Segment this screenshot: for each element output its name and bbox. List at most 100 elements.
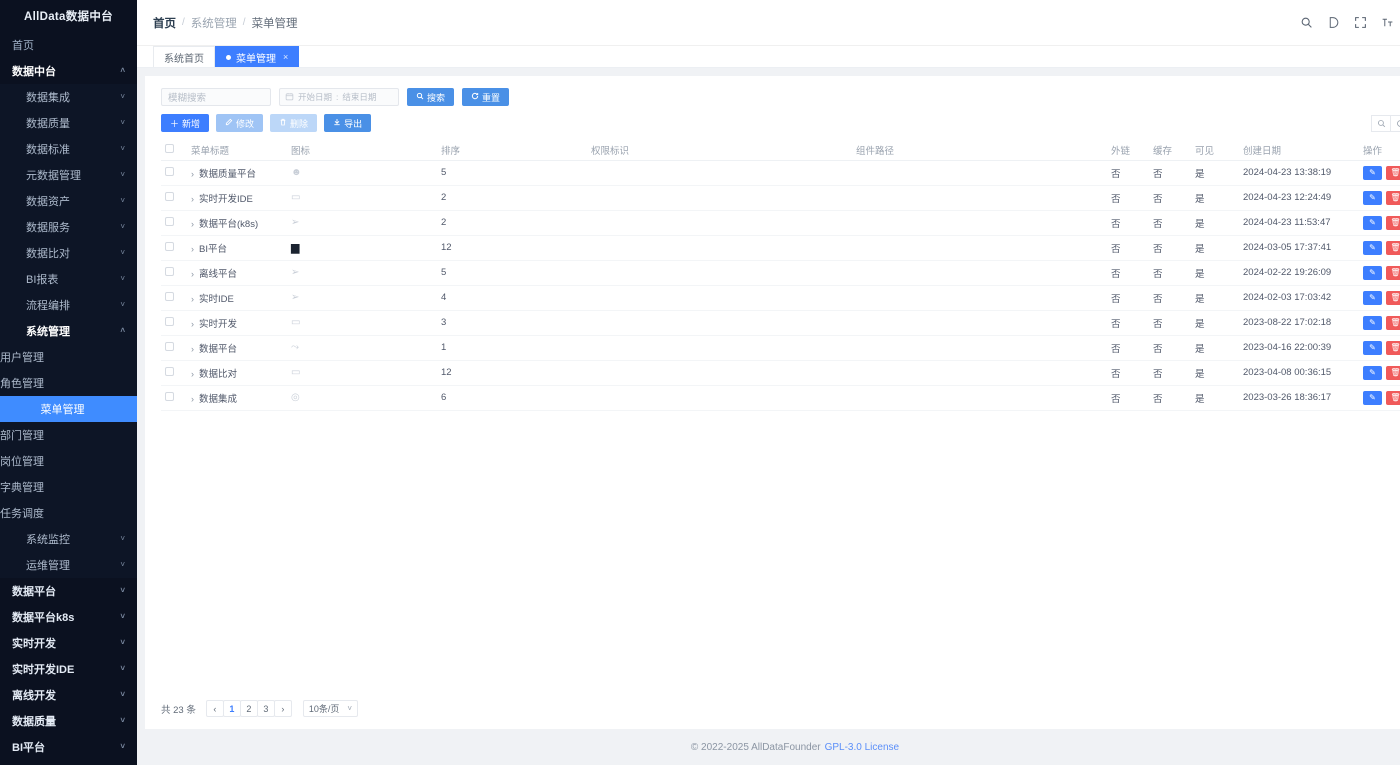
row-delete-button[interactable]: 🗑 xyxy=(1386,291,1400,305)
sidebar-item-27[interactable]: BI平台˅ xyxy=(0,734,137,760)
sidebar-item-24[interactable]: 实时开发IDE˅ xyxy=(0,656,137,682)
table-row[interactable]: ›实时开发IDE▭2否否是2024-04-23 12:24:49✎🗑 xyxy=(161,185,1400,210)
table-row[interactable]: ›实时开发▭3否否是2023-08-22 17:02:18✎🗑 xyxy=(161,310,1400,335)
row-edit-button[interactable]: ✎ xyxy=(1363,391,1382,405)
row-delete-button[interactable]: 🗑 xyxy=(1386,241,1400,255)
chevron-down-icon[interactable]: ˅ xyxy=(120,665,125,673)
table-row[interactable]: ›数据比对▭12否否是2023-04-08 00:36:15✎🗑 xyxy=(161,360,1400,385)
sidebar-item-16[interactable]: 岗位管理 xyxy=(0,448,137,474)
breadcrumb-item-home[interactable]: 首页 xyxy=(153,15,176,31)
sidebar-item-1[interactable]: 数据中台˄ xyxy=(0,58,137,84)
row-edit-button[interactable]: ✎ xyxy=(1363,166,1382,180)
chevron-down-icon[interactable]: ˅ xyxy=(120,249,125,257)
tab-0[interactable]: 系统首页 xyxy=(153,46,215,67)
sidebar-item-4[interactable]: 数据标准˅ xyxy=(0,136,137,162)
chevron-down-icon[interactable]: ˅ xyxy=(120,717,125,725)
font-size-icon[interactable] xyxy=(1381,16,1394,29)
chevron-down-icon[interactable]: ˅ xyxy=(120,561,125,569)
expand-row-icon[interactable]: › xyxy=(191,219,194,229)
chevron-down-icon[interactable]: ˅ xyxy=(120,93,125,101)
chevron-down-icon[interactable]: ˅ xyxy=(120,535,125,543)
row-delete-button[interactable]: 🗑 xyxy=(1386,166,1400,180)
expand-row-icon[interactable]: › xyxy=(191,269,194,279)
row-checkbox[interactable] xyxy=(165,242,174,251)
footer-license-link[interactable]: GPL-3.0 License xyxy=(825,742,900,753)
table-row[interactable]: ›BI平台▆12否否是2024-03-05 17:37:41✎🗑 xyxy=(161,235,1400,260)
row-delete-button[interactable]: 🗑 xyxy=(1386,266,1400,280)
edit-button[interactable]: 修改 xyxy=(216,114,263,132)
row-delete-button[interactable]: 🗑 xyxy=(1386,316,1400,330)
sidebar-item-19[interactable]: 系统监控˅ xyxy=(0,526,137,552)
row-edit-button[interactable]: ✎ xyxy=(1363,191,1382,205)
sidebar-item-2[interactable]: 数据集成˅ xyxy=(0,84,137,110)
export-button[interactable]: 导出 xyxy=(324,114,371,132)
expand-row-icon[interactable]: › xyxy=(191,394,194,404)
row-delete-button[interactable]: 🗑 xyxy=(1386,191,1400,205)
row-edit-button[interactable]: ✎ xyxy=(1363,266,1382,280)
chevron-down-icon[interactable]: ˅ xyxy=(120,197,125,205)
date-range-picker[interactable]: 开始日期 : 结束日期 xyxy=(279,88,399,106)
row-checkbox[interactable] xyxy=(165,267,174,276)
refresh-icon[interactable] xyxy=(1390,115,1400,132)
expand-row-icon[interactable]: › xyxy=(191,194,194,204)
row-delete-button[interactable]: 🗑 xyxy=(1386,366,1400,380)
chevron-down-icon[interactable]: ˅ xyxy=(120,223,125,231)
sidebar-item-7[interactable]: 数据服务˅ xyxy=(0,214,137,240)
pagination-prev[interactable]: ‹ xyxy=(206,700,224,717)
sidebar-item-25[interactable]: 离线开发˅ xyxy=(0,682,137,708)
row-edit-button[interactable]: ✎ xyxy=(1363,291,1382,305)
table-row[interactable]: ›离线平台➢5否否是2024-02-22 19:26:09✎🗑 xyxy=(161,260,1400,285)
row-checkbox[interactable] xyxy=(165,317,174,326)
table-row[interactable]: ›数据集成◎6否否是2023-03-26 18:36:17✎🗑 xyxy=(161,385,1400,410)
sidebar-item-20[interactable]: 运维管理˅ xyxy=(0,552,137,578)
row-delete-button[interactable]: 🗑 xyxy=(1386,341,1400,355)
row-checkbox[interactable] xyxy=(165,217,174,226)
sidebar-item-12[interactable]: 用户管理 xyxy=(0,344,137,370)
chevron-up-icon[interactable]: ˄ xyxy=(120,327,125,335)
pagination-next[interactable]: › xyxy=(274,700,292,717)
sidebar-item-11[interactable]: 系统管理˄ xyxy=(0,318,137,344)
chevron-down-icon[interactable]: ˅ xyxy=(120,743,125,751)
row-checkbox[interactable] xyxy=(165,342,174,351)
pagination-page-3[interactable]: 3 xyxy=(257,700,275,717)
row-edit-button[interactable]: ✎ xyxy=(1363,316,1382,330)
tab-1[interactable]: 菜单管理× xyxy=(215,46,299,67)
chevron-down-icon[interactable]: ˅ xyxy=(120,691,125,699)
sidebar-item-8[interactable]: 数据比对˅ xyxy=(0,240,137,266)
sidebar-item-17[interactable]: 字典管理 xyxy=(0,474,137,500)
table-row[interactable]: ›实时IDE➢4否否是2024-02-03 17:03:42✎🗑 xyxy=(161,285,1400,310)
sidebar-item-23[interactable]: 实时开发˅ xyxy=(0,630,137,656)
chevron-down-icon[interactable]: ˅ xyxy=(120,587,125,595)
delete-button[interactable]: 删除 xyxy=(270,114,317,132)
sidebar-item-6[interactable]: 数据资产˅ xyxy=(0,188,137,214)
expand-row-icon[interactable]: › xyxy=(191,244,194,254)
chevron-up-icon[interactable]: ˄ xyxy=(120,67,125,75)
sidebar-item-9[interactable]: BI报表˅ xyxy=(0,266,137,292)
fullscreen-icon[interactable] xyxy=(1354,16,1367,29)
table-row[interactable]: ›数据质量平台☻5否否是2024-04-23 13:38:19✎🗑 xyxy=(161,160,1400,185)
pagination-page-1[interactable]: 1 xyxy=(223,700,241,717)
chevron-down-icon[interactable]: ˅ xyxy=(120,639,125,647)
page-size-select[interactable]: 10条/页˅ xyxy=(303,700,358,717)
breadcrumb-item-system[interactable]: 系统管理 xyxy=(191,15,237,31)
table-row[interactable]: ›数据平台(k8s)➢2否否是2024-04-23 11:53:47✎🗑 xyxy=(161,210,1400,235)
chevron-down-icon[interactable]: ˅ xyxy=(120,119,125,127)
sidebar-item-18[interactable]: 任务调度 xyxy=(0,500,137,526)
row-edit-button[interactable]: ✎ xyxy=(1363,341,1382,355)
expand-row-icon[interactable]: › xyxy=(191,319,194,329)
pagination-page-2[interactable]: 2 xyxy=(240,700,258,717)
sidebar-item-13[interactable]: 角色管理 xyxy=(0,370,137,396)
table-row[interactable]: ›数据平台⤳1否否是2023-04-16 22:00:39✎🗑 xyxy=(161,335,1400,360)
chevron-down-icon[interactable]: ˅ xyxy=(120,171,125,179)
chevron-down-icon[interactable]: ˅ xyxy=(347,704,352,713)
reset-button[interactable]: 重置 xyxy=(462,88,509,106)
sidebar-item-3[interactable]: 数据质量˅ xyxy=(0,110,137,136)
expand-row-icon[interactable]: › xyxy=(191,169,194,179)
row-delete-button[interactable]: 🗑 xyxy=(1386,216,1400,230)
row-checkbox[interactable] xyxy=(165,192,174,201)
chevron-down-icon[interactable]: ˅ xyxy=(120,613,125,621)
select-all-checkbox[interactable] xyxy=(165,144,174,153)
row-edit-button[interactable]: ✎ xyxy=(1363,241,1382,255)
row-edit-button[interactable]: ✎ xyxy=(1363,366,1382,380)
sidebar-item-22[interactable]: 数据平台k8s˅ xyxy=(0,604,137,630)
